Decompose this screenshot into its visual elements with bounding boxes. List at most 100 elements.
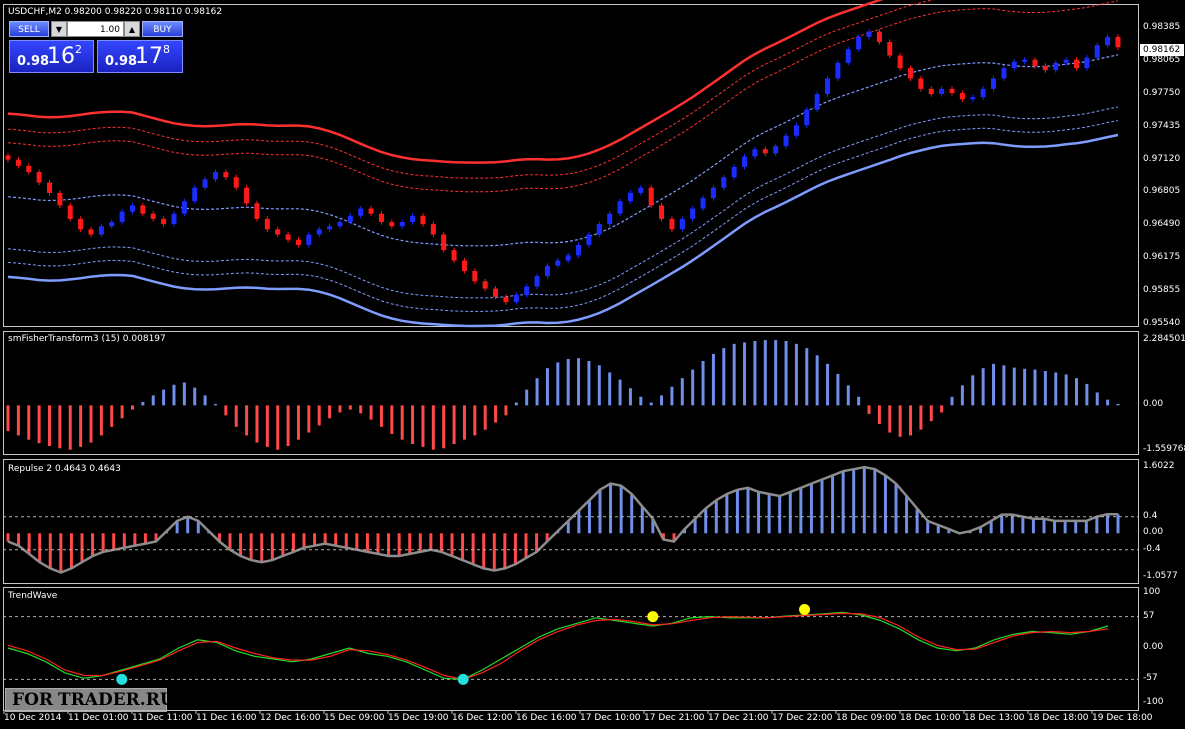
watermark-logo: FOR TRADER.RU	[5, 688, 175, 712]
candle-body	[835, 62, 841, 79]
candle-body	[939, 88, 945, 95]
candle-body	[327, 226, 333, 230]
price-label: 0.97120	[1143, 153, 1181, 164]
one-click-trade-panel: SELL ▼ 1.00 ▲ BUY 0.98 16 2 0.98 17 8	[9, 21, 183, 73]
candle-body	[192, 187, 198, 202]
candle-body	[1042, 65, 1048, 71]
candle-body	[150, 213, 156, 219]
candle-body	[648, 187, 654, 206]
time-label: 16 Dec 16:00	[516, 713, 577, 723]
repulse-histogram[interactable]	[3, 465, 1138, 574]
time-label: 19 Dec 18:00	[1092, 713, 1153, 723]
candle-body	[1094, 45, 1100, 58]
candle-body	[36, 172, 42, 183]
chart-frame	[3, 0, 1139, 714]
candle-body	[793, 125, 799, 136]
candle-body	[441, 234, 447, 251]
candle-body	[233, 177, 239, 188]
candle-body	[1084, 57, 1090, 69]
trendwave-signal-dot	[799, 604, 811, 615]
candle-body	[804, 109, 810, 126]
current-price-tag: 0.98162	[1140, 44, 1184, 56]
candle-body	[46, 182, 52, 193]
candle-body	[659, 205, 665, 219]
candle-body	[295, 239, 301, 245]
sell-quote[interactable]: 0.98 16 2	[9, 40, 94, 73]
candle-body	[991, 78, 997, 89]
trendwave-lines[interactable]	[3, 604, 1138, 685]
candle-body	[161, 218, 167, 225]
trendwave-signal-dot	[647, 611, 659, 623]
candle-body	[1115, 36, 1121, 48]
candle-body	[337, 222, 343, 227]
candle-body	[378, 213, 384, 223]
price-label: 0.96490	[1143, 219, 1181, 230]
candle-body	[306, 234, 312, 245]
candle-body	[140, 205, 146, 214]
time-label: 17 Dec 22:00	[772, 713, 833, 723]
candle-body	[389, 222, 395, 227]
repulse-label: -0.4	[1143, 543, 1161, 554]
trendwave-label: -100	[1143, 697, 1164, 707]
candle-body	[368, 208, 374, 214]
trendwave-series-1	[7, 612, 1109, 681]
candle-body	[596, 224, 602, 235]
sell-button[interactable]: SELL	[9, 21, 49, 37]
time-label: 18 Dec 10:00	[900, 713, 961, 723]
price-label: 0.95855	[1143, 285, 1181, 296]
candle-body	[67, 205, 73, 219]
candle-body	[78, 218, 84, 230]
candle-body	[316, 229, 322, 235]
candle-body	[1001, 68, 1007, 79]
candle-body	[825, 78, 831, 95]
candle-body	[1011, 61, 1017, 69]
lot-increase-icon[interactable]: ▲	[124, 21, 140, 37]
candle-body	[897, 55, 903, 69]
candle-body	[503, 296, 509, 303]
candle-body	[1032, 59, 1038, 66]
candle-body	[410, 215, 416, 223]
sell-quote-fraction: 2	[75, 43, 82, 56]
time-label: 10 Dec 2014	[4, 713, 62, 723]
candle-body	[109, 222, 115, 227]
lower-band-line	[7, 133, 1119, 328]
lower-band-inner-1	[7, 106, 1119, 299]
candle-body	[607, 213, 613, 225]
candle-body	[752, 149, 758, 157]
candle-body	[26, 165, 32, 173]
candle-body	[710, 187, 716, 199]
price-label: 0.95540	[1143, 318, 1181, 328]
fisher-label: 2.284501	[1143, 334, 1185, 344]
candle-body	[980, 88, 986, 98]
time-label: 17 Dec 21:00	[644, 713, 705, 723]
lot-decrease-icon[interactable]: ▼	[51, 21, 67, 37]
candle-body	[970, 97, 976, 100]
candle-body	[721, 177, 727, 188]
candle-body	[814, 94, 820, 110]
candle-body	[275, 229, 281, 235]
time-label: 16 Dec 12:00	[452, 713, 513, 723]
repulse-label: 0.00	[1143, 527, 1164, 538]
trendwave-label: 57	[1143, 610, 1155, 621]
time-label: 17 Dec 21:00	[708, 713, 769, 723]
lot-size-input[interactable]: 1.00	[67, 21, 124, 37]
price-label: 0.97750	[1143, 88, 1181, 99]
watermark-right: TRADER.RU	[58, 690, 175, 710]
fisher-transform-histogram[interactable]	[6, 340, 1120, 450]
candle-body	[264, 218, 270, 230]
price-label: 0.98385	[1143, 22, 1181, 32]
buy-quote[interactable]: 0.98 17 8	[97, 40, 183, 73]
candle-body	[1022, 59, 1028, 62]
candle-body	[908, 68, 914, 79]
watermark-left: FOR	[12, 690, 54, 710]
repulse-title: Repulse 2 0.4643 0.4643	[8, 464, 121, 474]
price-label: 0.96805	[1143, 186, 1181, 197]
candle-body	[876, 31, 882, 43]
trendwave-label: 0.00	[1143, 642, 1164, 652]
candle-body	[451, 250, 457, 261]
candle-body	[482, 281, 488, 289]
candle-body	[119, 211, 125, 223]
fisher-label: 0.00	[1143, 399, 1164, 410]
buy-button[interactable]: BUY	[142, 21, 183, 37]
candle-body	[347, 215, 353, 223]
